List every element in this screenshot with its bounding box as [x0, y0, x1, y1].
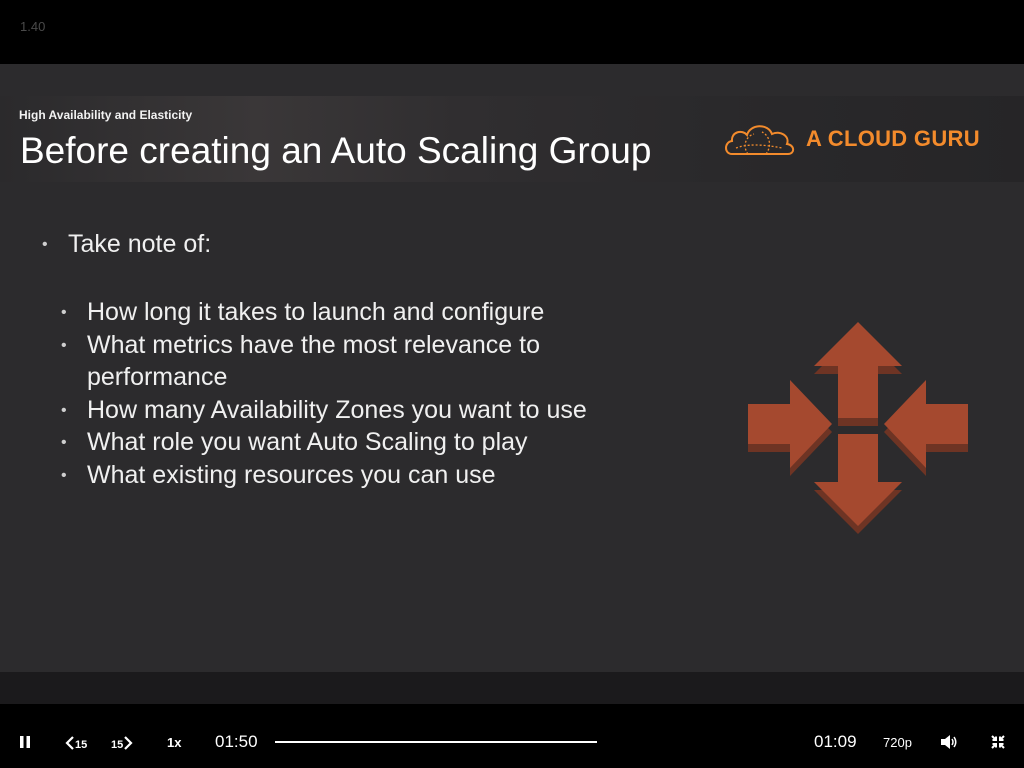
bullet-dot-icon: • — [61, 402, 67, 419]
playback-speed-button[interactable]: 1x — [167, 735, 181, 750]
sub-bullet-line: performance — [87, 363, 228, 391]
bullet-dot-icon: • — [61, 337, 67, 354]
elapsed-time: 01:50 — [215, 732, 258, 751]
sub-bullet-text: How many Availability Zones you want to … — [87, 396, 587, 424]
forward-label: 15 — [111, 739, 124, 751]
bullet-dot-icon: • — [61, 434, 67, 451]
sub-bullet-text: What metrics have the most relevance to p… — [87, 329, 540, 393]
main-bullet-text: Take note of: — [68, 230, 212, 258]
sub-bullet: • How many Availability Zones you want to… — [61, 394, 587, 427]
progress-bar[interactable] — [275, 741, 597, 743]
volume-icon — [941, 735, 957, 749]
forward-15-icon — [124, 736, 133, 750]
main-bullet: • Take note of: — [42, 230, 211, 259]
rewind-label: 15 — [75, 739, 88, 751]
player-top-bar: 1.40 — [0, 0, 1024, 64]
slide-title: Before creating an Auto Scaling Group — [20, 130, 652, 171]
video-slide[interactable]: High Availability and Elasticity Before … — [0, 64, 1024, 672]
sub-bullet-text: How long it takes to launch and configur… — [87, 298, 545, 326]
forward-15-button[interactable]: 15 — [111, 735, 133, 753]
bullet-dot-icon: • — [61, 467, 67, 484]
caption-strip — [0, 672, 1024, 704]
quality-button[interactable]: 720p — [883, 735, 912, 750]
player-controls: 15 15 1x 01:50 01:09 720p — [0, 704, 1024, 768]
sub-bullet: • What role you want Auto Scaling to play — [61, 426, 528, 459]
section-label: High Availability and Elasticity — [19, 108, 193, 122]
bullet-dot-icon: • — [61, 304, 67, 321]
bullet-dot-icon: • — [42, 236, 48, 253]
sub-bullet-line: What metrics have the most relevance to — [87, 331, 540, 359]
rewind-15-icon — [65, 736, 74, 750]
rewind-15-button[interactable]: 15 — [65, 735, 87, 753]
auto-scaling-arrows-icon — [748, 322, 968, 534]
sub-bullet: • How long it takes to launch and configu… — [61, 296, 544, 329]
sub-bullet-text: What role you want Auto Scaling to play — [87, 428, 528, 456]
remaining-time: 01:09 — [814, 732, 857, 751]
sub-bullet: • What metrics have the most relevance to… — [61, 329, 540, 393]
pause-icon — [20, 736, 30, 748]
slide-header: High Availability and Elasticity Before … — [0, 96, 1024, 182]
exit-fullscreen-icon — [991, 735, 1005, 749]
sub-bullet-text: What existing resources you can use — [87, 461, 496, 489]
lesson-number: 1.40 — [20, 19, 46, 34]
volume-button[interactable] — [941, 735, 957, 749]
sub-bullet: • What existing resources you can use — [61, 459, 496, 492]
pause-button[interactable] — [19, 736, 31, 748]
brand-name: A CLOUD GURU — [806, 126, 980, 151]
exit-fullscreen-button[interactable] — [991, 735, 1005, 749]
